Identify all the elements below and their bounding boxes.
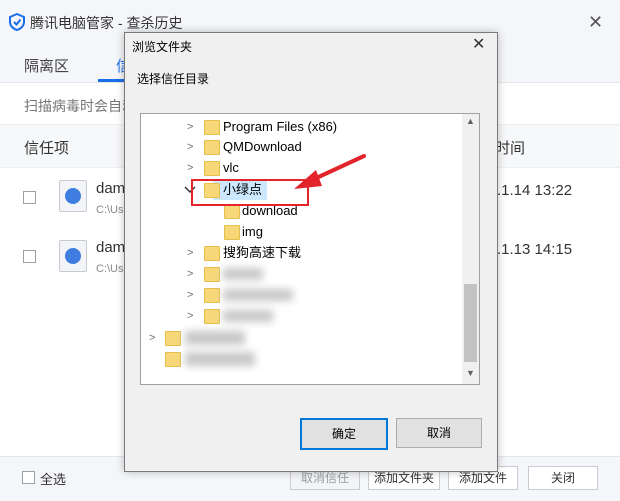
column-header-trust-item[interactable]: 信任项 [24, 137, 69, 158]
tree-item-redacted[interactable]: > [141, 285, 461, 305]
chevron-right-icon[interactable]: > [187, 117, 193, 137]
tree-item-sogou-download[interactable]: > 搜狗高速下载 [141, 243, 461, 263]
redacted-label [185, 352, 255, 366]
select-all-checkbox[interactable] [22, 471, 35, 484]
folder-icon [204, 309, 220, 324]
tree-item-label: 搜狗高速下载 [223, 245, 302, 260]
trust-item-name: dam [96, 239, 126, 256]
row-checkbox[interactable] [23, 250, 36, 263]
folder-icon [204, 120, 220, 135]
tab-quarantine[interactable]: 隔离区 [24, 55, 69, 76]
tree-item-label: Program Files (x86) [223, 119, 338, 134]
folder-icon [204, 267, 220, 282]
row-checkbox[interactable] [23, 191, 36, 204]
chevron-right-icon[interactable]: > [187, 137, 193, 157]
tree-item-label: vlc [223, 160, 239, 175]
scrollbar-thumb[interactable] [464, 284, 477, 362]
dialog-close-icon[interactable]: ✕ [472, 34, 485, 54]
folder-icon [224, 204, 240, 219]
tree-item-img[interactable]: img [141, 222, 461, 242]
tree-item-program-files-x86[interactable]: > Program Files (x86) [141, 117, 461, 137]
trust-item-path: C:\Us [96, 263, 124, 275]
chevron-right-icon[interactable]: > [187, 264, 193, 284]
chevron-right-icon[interactable]: > [187, 158, 193, 178]
folder-icon [204, 288, 220, 303]
folder-icon [224, 225, 240, 240]
chevron-right-icon[interactable]: > [187, 306, 193, 326]
tree-item-redacted[interactable]: > [141, 328, 461, 348]
ok-button[interactable]: 确定 [300, 418, 388, 450]
trust-item-name: dam [96, 180, 126, 197]
select-all-label: 全选 [40, 472, 67, 487]
scan-skip-hint: 扫描病毒时会自动跳过 [24, 98, 134, 114]
column-header-time[interactable]: 时间 [495, 137, 525, 158]
folder-icon [165, 331, 181, 346]
folder-icon [204, 161, 220, 176]
dialog-prompt: 选择信任目录 [137, 72, 210, 86]
chevron-right-icon[interactable]: > [187, 285, 193, 305]
dialog-title: 浏览文件夹 [132, 40, 193, 54]
redacted-label [223, 310, 273, 322]
folder-icon [165, 352, 181, 367]
chevron-right-icon[interactable]: > [187, 243, 193, 263]
folder-icon [204, 246, 220, 261]
redacted-label [185, 331, 245, 345]
tree-item-redacted[interactable] [141, 349, 461, 369]
browse-folder-dialog: 浏览文件夹 ✕ 选择信任目录 > Program Files (x86) > Q… [124, 32, 498, 472]
file-icon [59, 180, 87, 212]
trust-item-time: .1.13 14:15 [497, 241, 573, 258]
shield-logo-icon [9, 13, 25, 31]
close-button[interactable]: 关闭 [528, 466, 598, 490]
app-close-icon[interactable]: ✕ [588, 12, 603, 33]
folder-icon [204, 140, 220, 155]
trust-item-path: C:\Us [96, 204, 124, 216]
cancel-button[interactable]: 取消 [396, 418, 482, 448]
tree-item-label: img [242, 224, 263, 239]
tree-item-redacted[interactable]: > [141, 306, 461, 326]
tree-scrollbar[interactable]: ▲ ▼ [462, 114, 479, 384]
scroll-up-icon[interactable]: ▲ [466, 116, 475, 126]
redacted-label [223, 289, 293, 301]
scroll-down-icon[interactable]: ▼ [466, 368, 475, 378]
app-title: 腾讯电脑管家 - 查杀历史 [30, 15, 183, 31]
trust-item-time: .1.14 13:22 [497, 182, 573, 199]
tree-item-redacted[interactable]: > [141, 264, 461, 284]
file-icon [59, 240, 87, 272]
redacted-label [223, 268, 263, 280]
annotation-arrow-icon [294, 154, 366, 189]
chevron-right-icon[interactable]: > [149, 328, 155, 348]
